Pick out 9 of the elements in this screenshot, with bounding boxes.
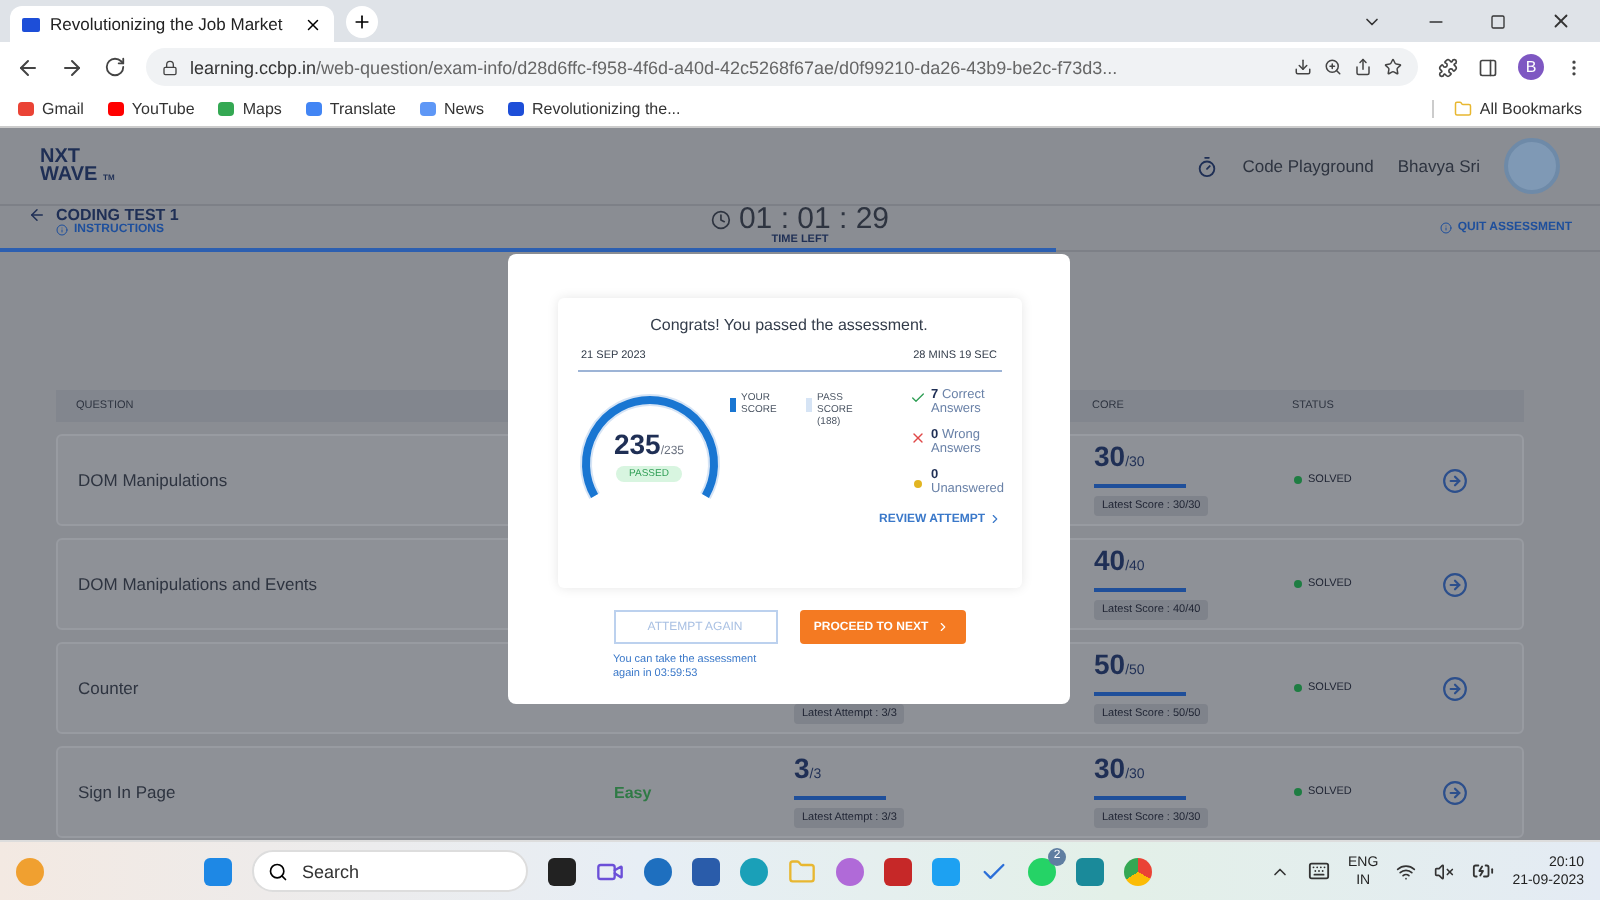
- question-name: Sign In Page: [78, 782, 178, 802]
- difficulty-label: Easy: [614, 783, 654, 801]
- question-name: DOM Manipulations and Events: [78, 574, 320, 594]
- question-name: DOM Manipulations: [78, 470, 230, 490]
- test-title: CODING TEST 1: [28, 206, 179, 224]
- congrats-heading: Congrats! You passed the assessment.: [648, 316, 930, 334]
- timer: 01 : 01 : 29: [710, 206, 890, 234]
- question-name: Counter: [78, 678, 141, 698]
- user-name: Bhavya Sri: [1397, 156, 1480, 176]
